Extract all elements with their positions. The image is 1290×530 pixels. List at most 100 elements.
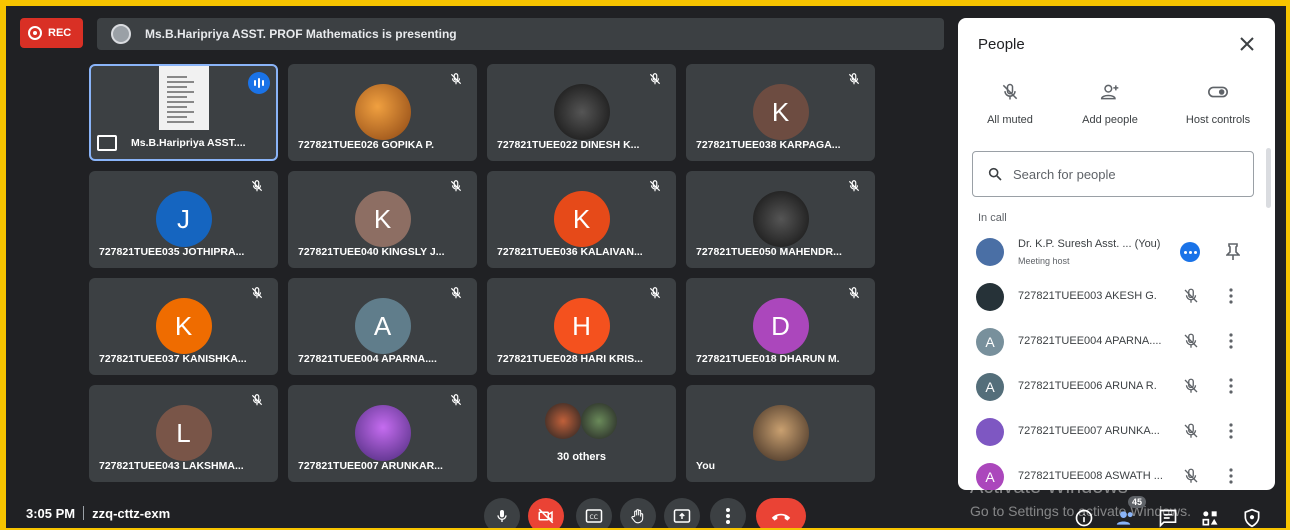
- captions-icon: CC: [585, 509, 603, 523]
- leave-call-button[interactable]: [756, 498, 806, 528]
- more-vert-icon: [726, 508, 730, 524]
- tile-name: 727821TUEE007 ARUNKAR...: [298, 460, 443, 472]
- add-people-label: Add people: [1082, 114, 1138, 126]
- chat-icon[interactable]: [1158, 508, 1178, 528]
- present-icon: [673, 509, 691, 523]
- captions-button[interactable]: CC: [576, 498, 612, 528]
- add-person-icon: [1100, 84, 1119, 100]
- mic-off-icon: [250, 393, 268, 411]
- rec-label: REC: [48, 27, 72, 39]
- participant-name: 727821TUEE008 ASWATH ...: [1018, 470, 1163, 482]
- participant-avatar: A: [976, 373, 1004, 401]
- participant-name: 727821TUEE007 ARUNKA...: [1018, 425, 1160, 437]
- others-avatar: [581, 403, 617, 439]
- participant-tile[interactable]: K 727821TUEE038 KARPAGA...: [686, 64, 875, 161]
- presenter-avatar: [111, 24, 131, 44]
- mic-off-icon: [250, 179, 268, 197]
- hand-icon: [631, 509, 644, 524]
- more-vert-icon[interactable]: [1228, 378, 1234, 399]
- speaking-indicator-icon: [248, 72, 270, 94]
- participants-count-badge: 45: [1128, 496, 1147, 508]
- mic-off-icon: [847, 286, 865, 304]
- mic-off-icon[interactable]: [1182, 332, 1200, 355]
- mic-off-icon[interactable]: [1182, 422, 1200, 445]
- add-people-control[interactable]: Add people: [1060, 82, 1160, 126]
- meeting-details-icon[interactable]: [1074, 508, 1094, 528]
- host-controls-label: Host controls: [1185, 114, 1251, 126]
- mic-off-icon[interactable]: [1182, 287, 1200, 310]
- participant-tile[interactable]: 727821TUEE007 ARUNKAR...: [288, 385, 477, 482]
- mic-off-icon: [449, 72, 467, 90]
- avatar: J: [155, 191, 212, 247]
- participant-tile[interactable]: L 727821TUEE043 LAKSHMA...: [89, 385, 278, 482]
- participant-tile[interactable]: K 727821TUEE037 KANISHKA...: [89, 278, 278, 375]
- participant-name: 727821TUEE004 APARNA....: [1018, 335, 1162, 347]
- more-vert-icon[interactable]: [1228, 423, 1234, 444]
- more-vert-icon[interactable]: [1228, 288, 1234, 309]
- participant-tile[interactable]: 727821TUEE022 DINESH K...: [487, 64, 676, 161]
- participant-tile[interactable]: You: [686, 385, 875, 482]
- search-placeholder: Search for people: [1013, 166, 1116, 182]
- meet-window: REC Ms.B.Haripriya ASST. PROF Mathematic…: [6, 6, 1286, 528]
- host-controls-shield-icon[interactable]: [1242, 508, 1262, 528]
- pin-icon[interactable]: [1226, 242, 1240, 260]
- activities-icon[interactable]: [1200, 508, 1220, 528]
- more-vert-icon[interactable]: [1228, 333, 1234, 354]
- mic-off-icon[interactable]: [1182, 467, 1200, 490]
- all-muted-label: All muted: [987, 114, 1033, 126]
- avatar: D: [752, 298, 809, 354]
- tile-name: You: [696, 460, 716, 472]
- others-tile[interactable]: 30 others: [487, 385, 676, 482]
- participant-tile[interactable]: K 727821TUEE036 KALAIVAN...: [487, 171, 676, 268]
- participant-tile[interactable]: D 727821TUEE018 DHARUN M.: [686, 278, 875, 375]
- all-muted-control[interactable]: All muted: [960, 82, 1060, 126]
- host-controls-control[interactable]: Host controls: [1168, 82, 1268, 126]
- others-count: 30 others: [557, 451, 606, 463]
- panel-title: People: [978, 36, 1025, 53]
- participant-row[interactable]: A 727821TUEE006 ARUNA R.: [958, 365, 1275, 409]
- participant-tile[interactable]: 727821TUEE026 GOPIKA P.: [288, 64, 477, 161]
- participant-row[interactable]: 727821TUEE003 AKESH G.: [958, 275, 1275, 319]
- participant-role: Meeting host: [1018, 256, 1070, 266]
- people-icon[interactable]: [1116, 508, 1136, 528]
- people-panel: People All muted Add people Host control…: [958, 18, 1275, 490]
- search-people-input[interactable]: Search for people: [972, 151, 1254, 197]
- more-vert-icon[interactable]: [1228, 468, 1234, 489]
- svg-text:CC: CC: [590, 514, 598, 521]
- mic-button[interactable]: [484, 498, 520, 528]
- presentation-thumbnail: [159, 66, 209, 130]
- participant-tile[interactable]: 727821TUEE050 MAHENDR...: [686, 171, 875, 268]
- panel-scrollbar[interactable]: [1266, 148, 1271, 208]
- mic-off-icon[interactable]: [1182, 377, 1200, 400]
- participant-avatar: [976, 283, 1004, 311]
- participant-avatar: A: [976, 463, 1004, 490]
- avatar: [752, 191, 809, 247]
- tile-name: 727821TUEE026 GOPIKA P.: [298, 139, 434, 151]
- participant-tile[interactable]: J 727821TUEE035 JOTHIPRA...: [89, 171, 278, 268]
- close-icon[interactable]: [1239, 36, 1255, 52]
- avatar: H: [553, 298, 610, 354]
- raise-hand-button[interactable]: [620, 498, 656, 528]
- present-now-button[interactable]: [664, 498, 700, 528]
- participant-name: 727821TUEE003 AKESH G.: [1018, 290, 1157, 302]
- avatar: K: [155, 298, 212, 354]
- camera-off-button[interactable]: [528, 498, 564, 528]
- participant-tile[interactable]: A 727821TUEE004 APARNA....: [288, 278, 477, 375]
- participant-tile[interactable]: K 727821TUEE040 KINGSLY J...: [288, 171, 477, 268]
- participant-tile[interactable]: Ms.B.Haripriya ASST....: [89, 64, 278, 161]
- more-options-button[interactable]: [710, 498, 746, 528]
- participant-row[interactable]: A 727821TUEE008 ASWATH ...: [958, 455, 1275, 490]
- clock-time: 3:05 PM: [26, 506, 76, 521]
- participant-avatar: A: [976, 328, 1004, 356]
- participant-row[interactable]: A 727821TUEE004 APARNA....: [958, 320, 1275, 364]
- mic-off-icon: [449, 393, 467, 411]
- mic-off-icon: [1002, 83, 1018, 100]
- participant-row[interactable]: 727821TUEE007 ARUNKA...: [958, 410, 1275, 454]
- tile-name: 727821TUEE028 HARI KRIS...: [497, 353, 643, 365]
- camera-off-icon: [538, 508, 554, 524]
- mic-off-icon: [847, 72, 865, 90]
- participant-tile[interactable]: H 727821TUEE028 HARI KRIS...: [487, 278, 676, 375]
- participant-row[interactable]: Dr. K.P. Suresh Asst. ... (You) Meeting h…: [958, 230, 1275, 274]
- tile-name: Ms.B.Haripriya ASST....: [131, 137, 246, 149]
- more-actions-icon[interactable]: [1180, 242, 1200, 262]
